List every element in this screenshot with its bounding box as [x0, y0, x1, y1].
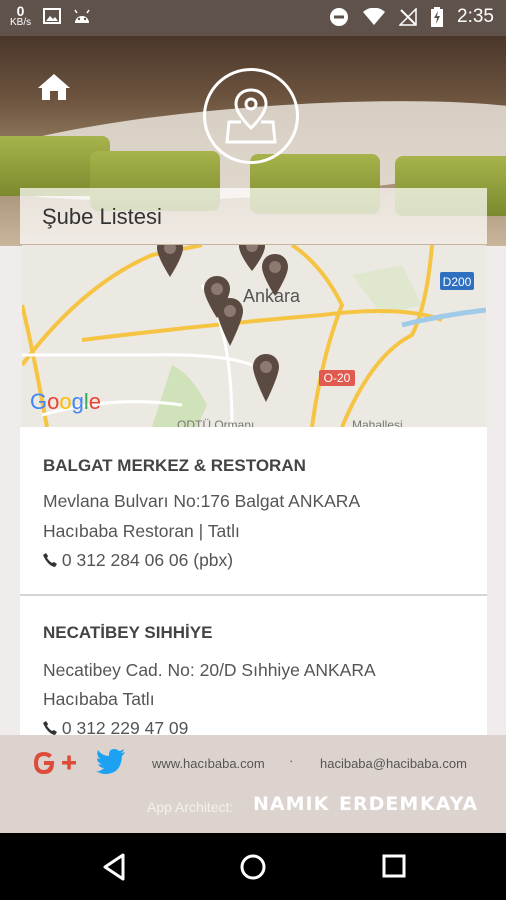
- home-icon[interactable]: [36, 72, 72, 102]
- image-icon: [43, 8, 62, 24]
- website-link[interactable]: www.hacıbaba.com: [152, 756, 265, 771]
- app-architect-label: App Architect:: [147, 799, 234, 815]
- google-letter: o: [47, 389, 59, 414]
- recents-icon[interactable]: [381, 853, 407, 879]
- footer: www.hacıbaba.com · hacibaba@hacibaba.com…: [0, 665, 506, 833]
- battery-charging-icon: [431, 7, 444, 27]
- home-nav-icon[interactable]: [239, 853, 267, 881]
- wifi-icon: [363, 8, 386, 25]
- system-nav-bar: [0, 833, 506, 900]
- google-plus-icon[interactable]: [32, 749, 78, 777]
- logo-badge: [203, 68, 299, 164]
- google-letter: o: [59, 389, 71, 414]
- email-link[interactable]: hacibaba@hacibaba.com: [320, 756, 467, 771]
- android-icon: [74, 9, 90, 23]
- map-area-label: Mahallesi: [352, 418, 403, 427]
- architect-last-name: KAYA: [420, 793, 479, 815]
- map-city-label: Ankara: [243, 286, 301, 306]
- network-speed: 0 KB/s: [10, 4, 31, 28]
- road-badge-label: O-20: [324, 371, 351, 385]
- back-icon[interactable]: [101, 853, 127, 881]
- architect-middle-name: ERDEM: [339, 793, 420, 815]
- branch-name: BALGAT MERKEZ & RESTORAN: [43, 456, 306, 475]
- clock: 2:35: [457, 6, 494, 27]
- branch-map[interactable]: Ankara D200 O-20 Google ODTÜ Ormanı Maha…: [22, 245, 486, 427]
- twitter-icon[interactable]: [96, 749, 126, 775]
- google-letter: G: [30, 389, 47, 414]
- google-logo: Google: [30, 389, 101, 414]
- branch-name: NECATİBEY SIHHİYE: [43, 623, 213, 642]
- phone-icon: [43, 553, 57, 567]
- status-bar: 0 KB/s 2:35: [0, 0, 506, 36]
- map-area-label: ODTÜ Ormanı: [177, 418, 254, 427]
- google-letter: e: [89, 389, 101, 414]
- architect-first-name: NAMIK: [253, 793, 330, 815]
- branch-phone[interactable]: 0 312 284 06 06 (pbx): [62, 550, 233, 570]
- branch-card[interactable]: BALGAT MERKEZ & RESTORAN Mevlana Bulvarı…: [20, 427, 487, 594]
- page-title: Şube Listesi: [42, 204, 162, 229]
- google-letter: g: [72, 389, 84, 414]
- page-title-bar: Şube Listesi: [20, 188, 487, 244]
- footer-separator: ·: [289, 753, 294, 768]
- branch-address: Mevlana Bulvarı No:176 Balgat ANKARA: [43, 491, 361, 511]
- dnd-icon: [330, 8, 349, 26]
- branch-phone-row[interactable]: 0 312 284 06 06 (pbx): [43, 550, 233, 571]
- no-signal-icon: [399, 8, 417, 26]
- map-pin-icon: [225, 88, 277, 144]
- network-speed-unit: KB/s: [10, 17, 32, 28]
- branch-type: Hacıbaba Restoran | Tatlı: [43, 521, 240, 541]
- network-speed-value: 0: [16, 3, 25, 19]
- road-badge-label: D200: [443, 275, 472, 289]
- map-canvas[interactable]: Ankara D200 O-20 Google ODTÜ Ormanı Maha…: [22, 245, 486, 427]
